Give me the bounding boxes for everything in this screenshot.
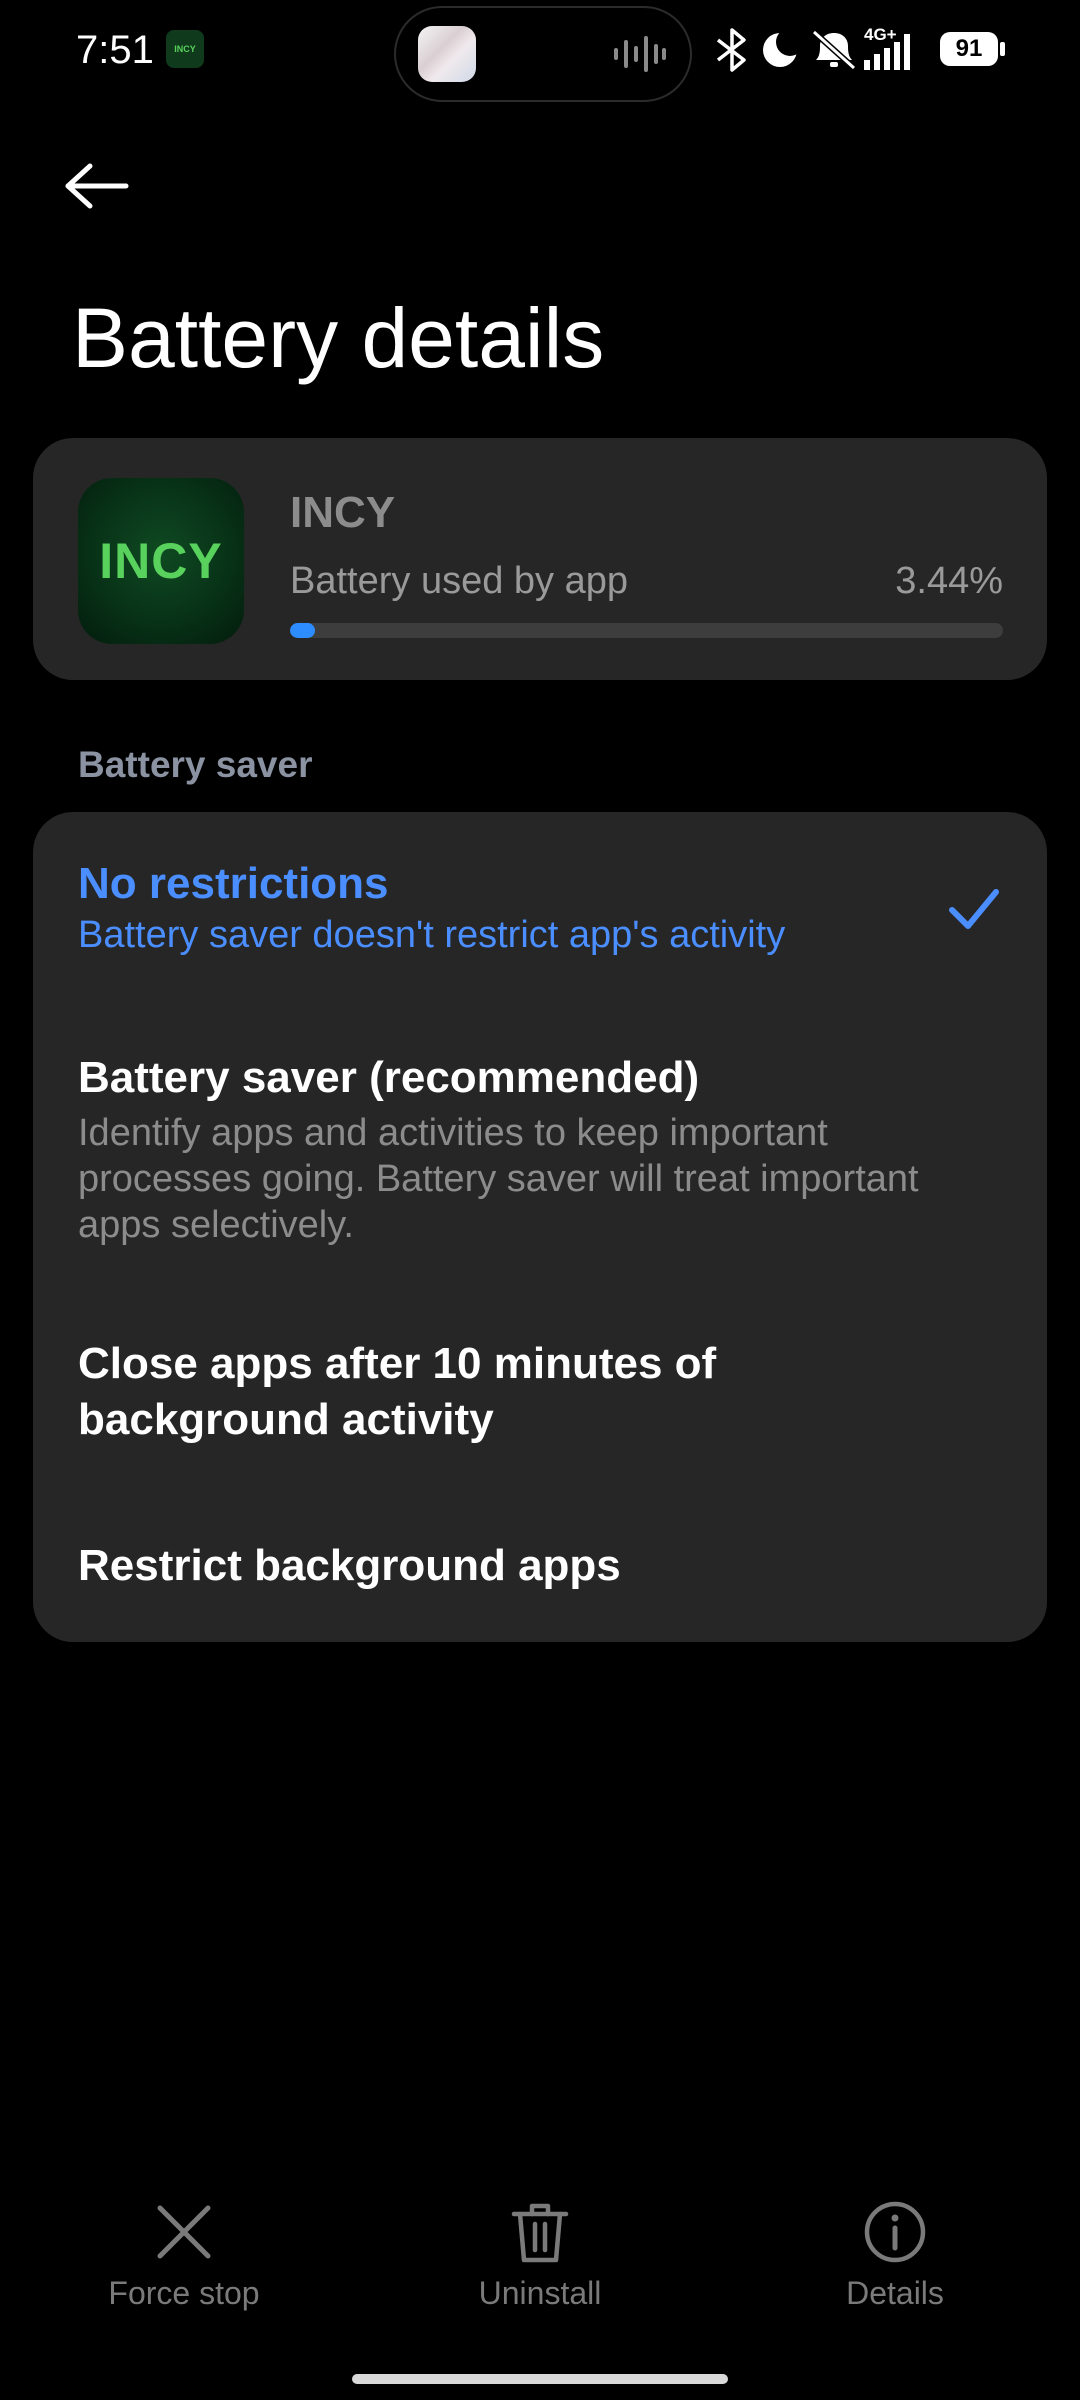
option-battery-saver-recommended[interactable]: Battery saver (recommended) Identify app… [78, 1050, 978, 1248]
option-title: Close apps after 10 minutes of backgroun… [78, 1339, 717, 1444]
option-subtitle: Battery saver doesn't restrict app's act… [78, 914, 786, 956]
bell-muted-icon [811, 29, 857, 71]
force-stop-button[interactable]: Force stop [74, 2200, 294, 2314]
trash-icon [511, 2203, 569, 2263]
bluetooth-icon [716, 28, 746, 72]
option-no-restrictions[interactable]: No restrictions Battery saver doesn't re… [78, 856, 938, 958]
option-subtitle: Identify apps and activities to keep imp… [78, 1112, 919, 1246]
arrow-left-icon [65, 163, 129, 209]
media-thumbnail[interactable] [418, 26, 476, 82]
option-close-after-10-min[interactable]: Close apps after 10 minutes of backgroun… [78, 1336, 978, 1448]
status-app-icon: INCY [166, 30, 204, 68]
option-title: No restrictions [78, 859, 389, 908]
info-icon [864, 2201, 926, 2263]
home-indicator[interactable] [352, 2374, 728, 2384]
battery-indicator: 91 [940, 32, 998, 66]
option-restrict-background[interactable]: Restrict background apps [78, 1538, 978, 1594]
battery-tip [1000, 42, 1005, 56]
battery-usage-value: 3.44% [895, 560, 1003, 602]
app-name: INCY [290, 488, 396, 537]
close-x-icon [157, 2205, 211, 2259]
app-logo: INCY [78, 478, 244, 644]
battery-usage-fill [290, 623, 315, 638]
moon-icon [763, 28, 804, 67]
uninstall-label: Uninstall [478, 2275, 602, 2311]
page-title: Battery details [72, 291, 605, 385]
battery-usage-label: Battery used by app [290, 560, 628, 602]
details-label: Details [846, 2275, 944, 2311]
details-button[interactable]: Details [785, 2200, 1005, 2314]
section-label-battery-saver: Battery saver [78, 744, 313, 785]
uninstall-button[interactable]: Uninstall [430, 2200, 650, 2314]
status-time: 7:51 [76, 28, 154, 72]
checkmark-icon [949, 889, 999, 929]
option-title: Restrict background apps [78, 1541, 621, 1590]
back-button[interactable] [62, 150, 158, 222]
battery-usage-bar [290, 623, 1003, 638]
option-title: Battery saver (recommended) [78, 1053, 700, 1102]
network-type: 4G+ [864, 25, 897, 44]
audio-wave-icon [614, 36, 666, 72]
force-stop-label: Force stop [108, 2275, 260, 2311]
